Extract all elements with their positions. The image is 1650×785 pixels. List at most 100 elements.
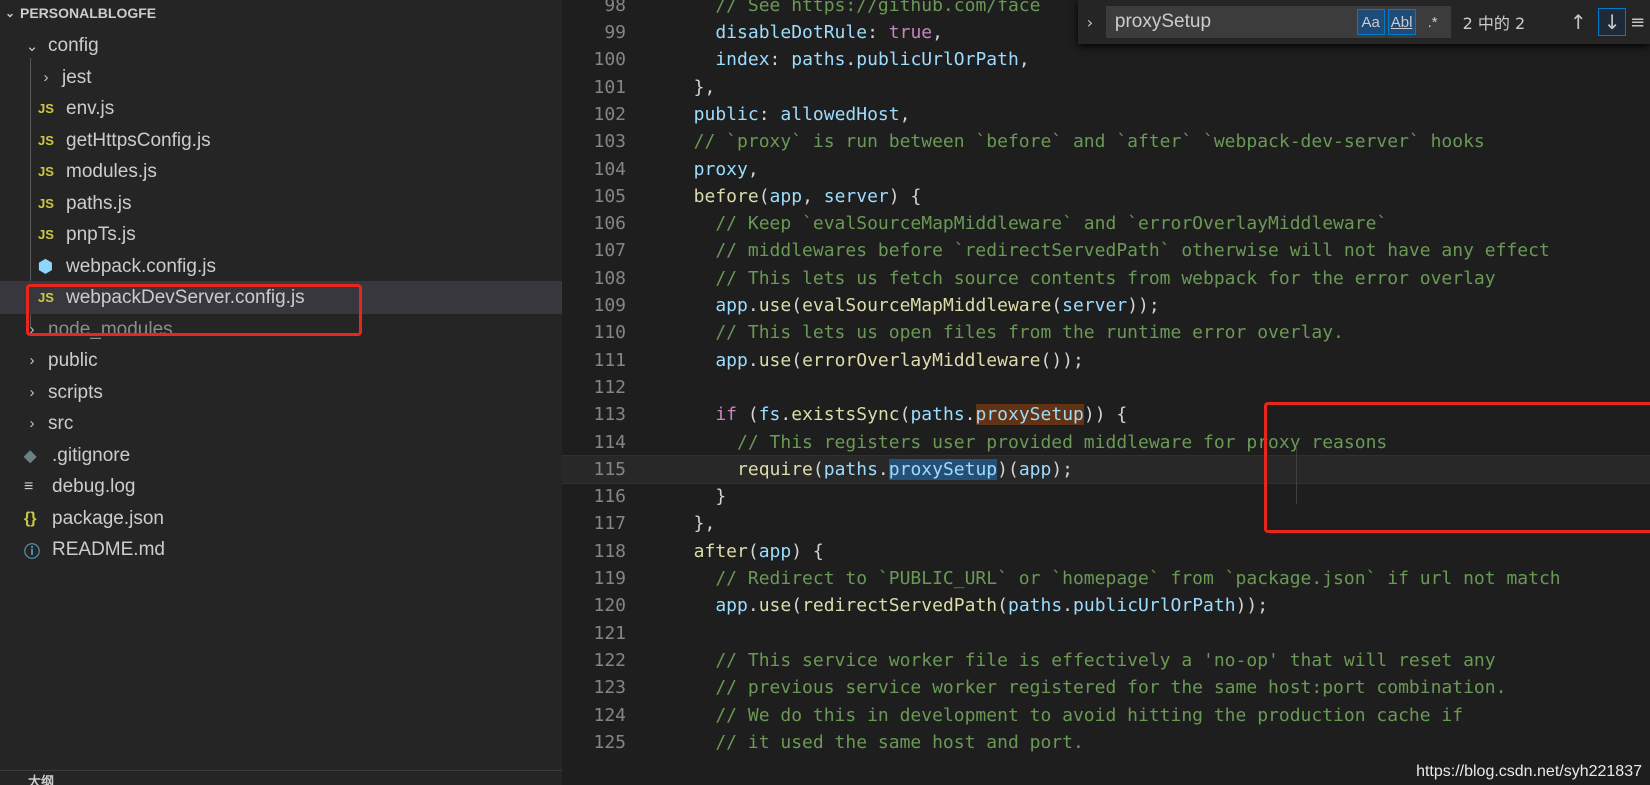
code-text: // This lets us fetch source contents fr… xyxy=(672,267,1496,289)
whole-word-button[interactable]: Abl xyxy=(1387,9,1416,35)
tree-item[interactable]: JS env.js xyxy=(0,92,562,125)
code-token: // We do this in development to avoid hi… xyxy=(672,704,1464,726)
tree-item[interactable]: ≡ debug.log xyxy=(0,470,562,503)
code-line[interactable]: 108 // This lets us fetch source content… xyxy=(562,264,1650,293)
code-line[interactable]: 102 public: allowedHost, xyxy=(562,100,1650,129)
code-text: if (fs.existsSync(paths.proxySetup)) { xyxy=(672,404,1127,426)
code-token: before xyxy=(672,185,759,207)
code-line[interactable]: 122 // This service worker file is effec… xyxy=(562,646,1650,675)
line-number: 115 xyxy=(593,458,626,480)
code-line[interactable]: 124 // We do this in development to avoi… xyxy=(562,701,1650,730)
code-token: ( xyxy=(737,404,759,426)
code-token: // middlewares before `redirectServedPat… xyxy=(672,240,1550,262)
line-number: 123 xyxy=(593,677,626,699)
toggle-replace-icon[interactable]: › xyxy=(1078,13,1102,32)
tree-item[interactable]: ⓘ README.md xyxy=(0,533,562,566)
code-line[interactable]: 120 app.use(redirectServedPath(paths.pub… xyxy=(562,592,1650,621)
code-line[interactable]: 106 // Keep `evalSourceMapMiddleware` an… xyxy=(562,209,1650,238)
watermark: https://blog.csdn.net/syh221837 xyxy=(1416,763,1642,780)
tree-item[interactable]: › jest xyxy=(0,61,562,94)
code-text: app.use(redirectServedPath(paths.publicU… xyxy=(672,595,1268,616)
tree-item-label: pnpTs.js xyxy=(66,223,136,245)
code-line[interactable]: 112 xyxy=(562,373,1650,402)
code-text: // `proxy` is run between `before` and `… xyxy=(672,131,1485,152)
line-number: 117 xyxy=(593,513,626,535)
regex-button[interactable]: .* xyxy=(1419,9,1447,35)
code-text: require(paths.proxySetup)(app); xyxy=(672,458,1073,480)
code-line[interactable]: 104 proxy, xyxy=(562,155,1650,184)
code-token: allowedHost xyxy=(780,103,900,125)
code-token: ( xyxy=(812,458,824,480)
code-token: // This lets us fetch source contents fr… xyxy=(672,267,1496,289)
tree-item[interactable]: ⬢ webpack.config.js xyxy=(0,250,562,283)
code-line[interactable]: 110 // This lets us open files from the … xyxy=(562,319,1650,348)
line-number: 121 xyxy=(593,622,626,644)
code-line[interactable]: 119 // Redirect to `PUBLIC_URL` or `home… xyxy=(562,564,1650,593)
code-text: app.use(evalSourceMapMiddleware(server))… xyxy=(672,295,1159,317)
code-line[interactable]: 100 index: paths.publicUrlOrPath, xyxy=(562,46,1650,75)
code-token: ( xyxy=(791,349,803,371)
code-token: existsSync xyxy=(791,404,900,426)
git-icon: ◆ xyxy=(24,447,37,465)
tree-item[interactable]: {} package.json xyxy=(0,502,562,535)
code-text: // it used the same host and port. xyxy=(672,732,1083,753)
code-token: : xyxy=(769,49,792,71)
code-token: : xyxy=(758,103,781,125)
code-line[interactable]: 118 after(app) { xyxy=(562,537,1650,566)
tree-item[interactable]: › src xyxy=(0,407,562,440)
tree-item-label: paths.js xyxy=(66,192,132,214)
code-line[interactable]: 121 xyxy=(562,619,1650,648)
tree-item[interactable]: JS modules.js xyxy=(0,155,562,188)
find-input[interactable]: proxySetup Aa Abl .* xyxy=(1105,6,1451,38)
tree-item[interactable]: ◆ .gitignore xyxy=(0,439,562,472)
code-token: }, xyxy=(672,76,716,98)
line-number: 105 xyxy=(593,185,626,207)
code-text: // previous service worker registered fo… xyxy=(672,677,1506,698)
code-text: // middlewares before `redirectServedPat… xyxy=(672,240,1550,262)
tree-item[interactable]: › scripts xyxy=(0,376,562,409)
code-text: }, xyxy=(672,76,716,98)
code-line[interactable]: 123 // previous service worker registere… xyxy=(562,674,1650,703)
js-file-icon: JS xyxy=(38,227,54,242)
code-text: }, xyxy=(672,513,716,534)
code-line[interactable]: 103 // `proxy` is run between `before` a… xyxy=(562,128,1650,157)
code-token: . xyxy=(747,295,759,317)
code-line[interactable]: 125 // it used the same host and port. xyxy=(562,728,1650,757)
more-icon[interactable]: ≡ xyxy=(1630,12,1650,33)
line-number: 118 xyxy=(593,540,626,562)
outline-section[interactable]: 大纲 xyxy=(0,770,562,785)
tree-item-label: public xyxy=(48,349,98,371)
explorer-header[interactable]: ⌄ PERSONALBLOGFE xyxy=(0,0,562,25)
code-token: ()); xyxy=(1040,349,1084,371)
line-number: 109 xyxy=(593,295,626,317)
tree-item[interactable]: › public xyxy=(0,344,562,377)
code-line[interactable]: 105 before(app, server) { xyxy=(562,182,1650,211)
code-token: fs xyxy=(758,404,781,426)
code-token: // This lets us open files from the runt… xyxy=(672,322,1344,344)
code-editor[interactable]: 98 // See https://github.com/face 99 disa… xyxy=(562,0,1650,785)
code-token: ( xyxy=(1051,295,1063,317)
tree-item-label: scripts xyxy=(48,381,103,403)
match-case-button[interactable]: Aa xyxy=(1356,9,1385,35)
find-query[interactable]: proxySetup xyxy=(1107,11,1357,33)
next-match-icon[interactable]: ↓ xyxy=(1598,8,1627,36)
code-token: , xyxy=(932,22,943,44)
code-text: index: paths.publicUrlOrPath, xyxy=(672,49,1029,71)
code-token: // See xyxy=(672,0,792,16)
js-file-icon: JS xyxy=(38,196,54,211)
previous-match-icon[interactable]: ↑ xyxy=(1564,8,1592,36)
tree-item[interactable]: ⌄ config xyxy=(0,29,562,62)
webpack-cube-icon: ⬢ xyxy=(38,256,53,276)
code-token: : xyxy=(867,22,889,44)
code-line[interactable]: 111 app.use(errorOverlayMiddleware()); xyxy=(562,346,1650,375)
tree-item[interactable]: JS getHttpsConfig.js xyxy=(0,124,562,157)
code-text: // This lets us open files from the runt… xyxy=(672,322,1344,343)
code-line[interactable]: 107 // middlewares before `redirectServe… xyxy=(562,237,1650,266)
code-token: , xyxy=(802,185,824,207)
tree-item[interactable]: JS pnpTs.js xyxy=(0,218,562,251)
code-line[interactable]: 101 }, xyxy=(562,73,1650,102)
code-line[interactable]: 109 app.use(evalSourceMapMiddleware(serv… xyxy=(562,291,1650,320)
tree-item[interactable]: JS paths.js xyxy=(0,187,562,220)
code-token: https://github.com/face xyxy=(791,0,1041,16)
code-token: disableDotRule xyxy=(672,22,868,44)
